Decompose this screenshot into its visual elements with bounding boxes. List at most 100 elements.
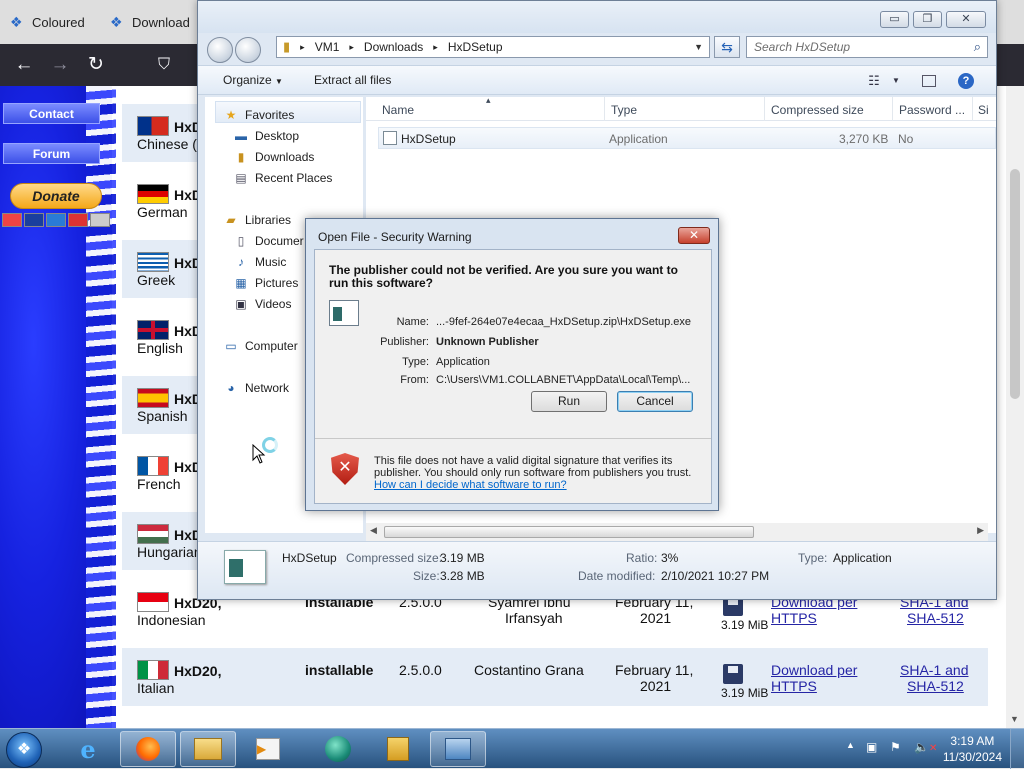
control-panel-icon[interactable]	[430, 731, 486, 767]
sort-ascending-icon: ▴	[486, 95, 491, 105]
help-link[interactable]: How can I decide what software to run?	[374, 479, 567, 491]
nav-music[interactable]: ♪ Music	[233, 255, 286, 269]
view-options-icon[interactable]: ☷	[866, 73, 882, 89]
system-clock[interactable]: 3:19 AM 11/30/2024	[943, 733, 1002, 765]
date-modified-value: 2/10/2021 10:27 PM	[661, 569, 770, 583]
hash-link-sha512[interactable]: SHA-512	[907, 678, 964, 694]
help-icon[interactable]: ?	[958, 73, 974, 89]
nav-videos[interactable]: ▣ Videos	[233, 297, 291, 311]
col-type[interactable]: Type	[611, 103, 637, 117]
firefox-icon[interactable]	[120, 731, 176, 767]
horizontal-scrollbar[interactable]: ◀ ▶	[366, 523, 988, 541]
scroll-left-icon[interactable]: ◀	[370, 525, 377, 536]
shield-tracking-icon[interactable]: ⛉	[152, 53, 176, 77]
col-compressed-size[interactable]: Compressed size	[771, 103, 864, 117]
forum-link[interactable]: Forum	[3, 143, 100, 164]
download-link-https[interactable]: HTTPS	[771, 678, 817, 694]
type-label: Type:	[402, 356, 429, 368]
breadcrumb-hxdsetup[interactable]: HxDSetup	[448, 40, 503, 54]
name-label: Name:	[396, 316, 429, 328]
scrollbar-thumb[interactable]	[1010, 169, 1020, 399]
breadcrumb-vm1[interactable]: VM1	[315, 40, 340, 54]
publisher-value: Unknown Publisher	[436, 336, 539, 348]
publisher-label: Publisher:	[380, 336, 429, 348]
forward-icon[interactable]: →	[48, 53, 72, 77]
nav-computer[interactable]: ▭ Computer	[223, 339, 297, 353]
reload-icon[interactable]: ↻	[84, 53, 108, 77]
nav-label: Recent Places	[255, 171, 333, 185]
hash-link[interactable]: SHA-1 and	[900, 662, 968, 678]
download-link-https[interactable]: HTTPS	[771, 610, 817, 626]
clock-date: 11/30/2024	[942, 750, 1002, 764]
details-pane: HxDSetup Compressed size: 3.19 MB Size: …	[198, 541, 996, 599]
media-player-icon[interactable]: ▶	[240, 731, 296, 767]
nav-downloads[interactable]: ▮ Downloads	[233, 150, 315, 164]
row-language: Spanish	[137, 408, 188, 424]
preview-pane-icon[interactable]	[922, 75, 936, 87]
size-value: 3.28 MB	[440, 569, 485, 583]
address-bar[interactable]: ▮ ▸ VM1 ▸ Downloads ▸ HxDSetup ▼	[276, 36, 710, 58]
column-divider[interactable]	[764, 97, 765, 121]
breadcrumb-downloads[interactable]: Downloads	[364, 40, 423, 54]
tab-coloured[interactable]: ❖ Coloured	[10, 8, 85, 36]
nav-favorites[interactable]: ★ Favorites	[223, 108, 295, 122]
left-nav-bar: Contact Forum Donate	[0, 86, 116, 728]
file-explorer-icon[interactable]	[180, 731, 236, 767]
nav-pictures[interactable]: ▦ Pictures	[233, 276, 298, 290]
network-tray-icon[interactable]: ▣	[866, 740, 877, 754]
show-hidden-icons-icon[interactable]: ▲	[846, 740, 855, 750]
chevron-down-icon[interactable]: ▼	[694, 42, 703, 52]
col-name[interactable]: Name	[382, 103, 414, 117]
volume-muted-icon[interactable]: 🔈✕	[914, 740, 937, 754]
application-icon	[329, 300, 359, 326]
busy-spinner-icon	[262, 437, 278, 453]
internet-explorer-icon[interactable]: e	[60, 731, 116, 767]
installer-icon[interactable]	[370, 731, 426, 767]
nav-label: Libraries	[245, 213, 292, 227]
row-language: Italian	[137, 680, 175, 696]
organize-menu[interactable]: Organize ▼	[223, 73, 283, 87]
search-input[interactable]: Search HxDSetup ⌕	[746, 36, 988, 58]
column-divider[interactable]	[892, 97, 893, 121]
date-modified-label: Date modified:	[578, 569, 656, 583]
tab-download[interactable]: ❖ Download	[110, 8, 190, 36]
file-row-hxdsetup[interactable]: HxDSetup Application 3,270 KB No	[378, 127, 996, 149]
donate-button[interactable]: Donate	[10, 183, 102, 209]
dialog-close-button[interactable]: ✕	[678, 227, 710, 244]
taskbar: ❖ e ▶ ▲ ▣ ⚑ 🔈✕ 3:19 AM 11/30/2024	[0, 728, 1024, 769]
back-button[interactable]	[207, 37, 233, 63]
back-icon[interactable]: ←	[12, 53, 36, 77]
clock-time: 3:19 AM	[950, 734, 995, 748]
nav-network[interactable]: ◕ Network	[223, 381, 289, 395]
forward-button[interactable]	[235, 37, 261, 63]
chevron-down-icon[interactable]: ▼	[888, 73, 904, 89]
col-password[interactable]: Password ...	[899, 103, 965, 117]
column-divider[interactable]	[972, 97, 973, 121]
scroll-right-icon[interactable]: ▶	[977, 525, 984, 536]
nav-libraries[interactable]: ▰ Libraries	[223, 213, 291, 227]
hash-link-sha512[interactable]: SHA-512	[907, 610, 964, 626]
refresh-button[interactable]: ⇆	[714, 36, 740, 58]
page-scrollbar[interactable]: ▼	[1006, 86, 1024, 728]
minimize-button[interactable]: ▭	[880, 11, 909, 28]
col-size[interactable]: Si	[978, 103, 989, 117]
close-button[interactable]: ✕	[946, 11, 986, 28]
contact-link[interactable]: Contact	[3, 103, 100, 124]
nav-desktop[interactable]: ▬ Desktop	[233, 129, 299, 143]
restore-button[interactable]: ❐	[913, 11, 942, 28]
nav-recent-places[interactable]: ▤ Recent Places	[233, 171, 332, 185]
download-link[interactable]: Download per	[771, 662, 857, 678]
extract-all-button[interactable]: Extract all files	[314, 73, 391, 87]
show-desktop-button[interactable]	[1010, 729, 1024, 769]
column-divider[interactable]	[604, 97, 605, 121]
application-large-icon	[224, 550, 266, 584]
nav-documents[interactable]: ▯ Documer	[233, 234, 304, 248]
scroll-down-icon[interactable]: ▼	[1010, 714, 1019, 724]
cancel-button[interactable]: Cancel	[617, 391, 693, 412]
run-button[interactable]: Run	[531, 391, 607, 412]
start-button[interactable]: ❖	[6, 732, 42, 768]
app-globe-icon[interactable]	[310, 731, 366, 767]
action-center-flag-icon[interactable]: ⚑	[890, 740, 901, 754]
row-language: Greek	[137, 272, 176, 288]
scrollbar-thumb[interactable]	[384, 526, 754, 538]
